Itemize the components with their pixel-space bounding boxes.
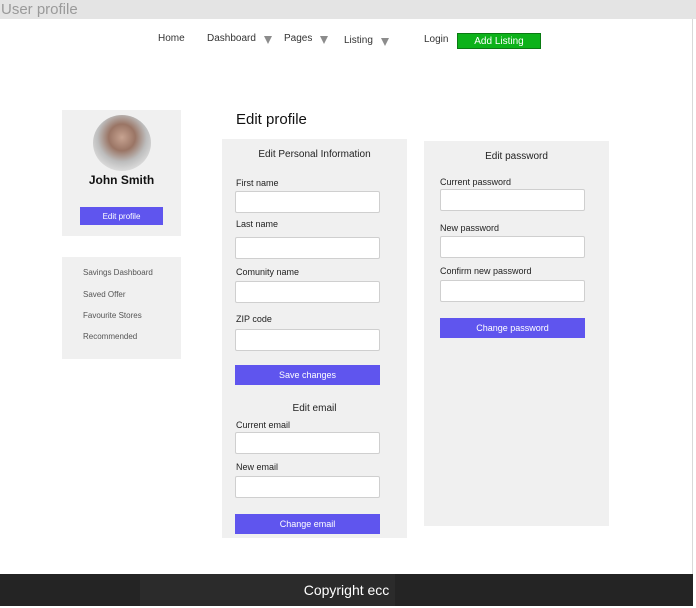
personal-info-title: Edit Personal Information xyxy=(258,149,371,160)
current-password-label: Current password xyxy=(440,177,512,187)
new-email-label: New email xyxy=(236,462,279,472)
new-email-field[interactable] xyxy=(235,476,380,498)
nav-home[interactable]: Home xyxy=(158,33,185,44)
chevron-down-icon xyxy=(263,35,272,44)
window-titlebar: User profile xyxy=(0,0,696,19)
confirm-password-field[interactable] xyxy=(440,280,585,302)
save-changes-button[interactable]: Save changes xyxy=(235,365,380,385)
current-email-label: Current email xyxy=(236,420,291,430)
edit-password-title: Edit password xyxy=(485,151,548,162)
chevron-down-icon xyxy=(380,37,389,46)
window-title: User profile xyxy=(1,1,78,18)
nav-pages-label: Pages xyxy=(284,33,313,44)
current-password-field[interactable] xyxy=(440,189,585,211)
new-password-label: New password xyxy=(440,223,500,233)
first-name-label: First name xyxy=(236,178,279,188)
last-name-field[interactable] xyxy=(235,237,380,259)
top-nav: Home Dashboard Pages Listing Login Add L… xyxy=(0,19,693,63)
personal-info-panel: Edit Personal Information First name Las… xyxy=(222,139,407,538)
nav-home-label: Home xyxy=(158,33,185,44)
confirm-password-label: Confirm new password xyxy=(440,266,532,276)
zip-code-field[interactable] xyxy=(235,329,380,351)
new-password-field[interactable] xyxy=(440,236,585,258)
edit-profile-button[interactable]: Edit profile xyxy=(80,207,163,225)
change-password-button[interactable]: Change password xyxy=(440,318,585,338)
community-name-label: Comunity name xyxy=(236,267,300,277)
menu-item-savings-dashboard[interactable]: Savings Dashboard xyxy=(83,268,153,277)
nav-listing-label: Listing xyxy=(344,35,373,46)
nav-login-label: Login xyxy=(424,34,449,45)
first-name-field[interactable] xyxy=(235,191,380,213)
nav-dashboard-label: Dashboard xyxy=(207,33,256,44)
community-name-field[interactable] xyxy=(235,281,380,303)
add-listing-button[interactable]: Add Listing xyxy=(457,33,541,49)
menu-item-favourite-stores[interactable]: Favourite Stores xyxy=(83,311,142,320)
page: Home Dashboard Pages Listing Login Add L… xyxy=(0,19,693,575)
nav-listing[interactable]: Listing xyxy=(344,35,389,46)
page-title: Edit profile xyxy=(236,111,307,128)
nav-pages[interactable]: Pages xyxy=(284,33,329,44)
user-name: John Smith xyxy=(88,173,155,187)
nav-login[interactable]: Login xyxy=(424,34,448,45)
menu-item-recommended[interactable]: Recommended xyxy=(83,332,137,341)
change-email-button[interactable]: Change email xyxy=(235,514,380,534)
footer: Copyright ecc xyxy=(0,574,693,606)
copyright-text: Copyright ecc xyxy=(303,582,390,598)
current-email-field[interactable] xyxy=(235,432,380,454)
nav-dashboard[interactable]: Dashboard xyxy=(207,33,272,44)
user-card: John Smith Edit profile xyxy=(62,110,181,236)
menu-item-saved-offer[interactable]: Saved Offer xyxy=(83,290,126,299)
edit-email-title: Edit email xyxy=(292,403,337,414)
side-menu: Savings Dashboard Saved Offer Favourite … xyxy=(62,257,181,359)
zip-code-label: ZIP code xyxy=(236,314,272,324)
avatar xyxy=(93,115,151,171)
password-panel: Edit password Current password New passw… xyxy=(424,141,609,526)
chevron-down-icon xyxy=(320,35,329,44)
last-name-label: Last name xyxy=(236,219,279,229)
